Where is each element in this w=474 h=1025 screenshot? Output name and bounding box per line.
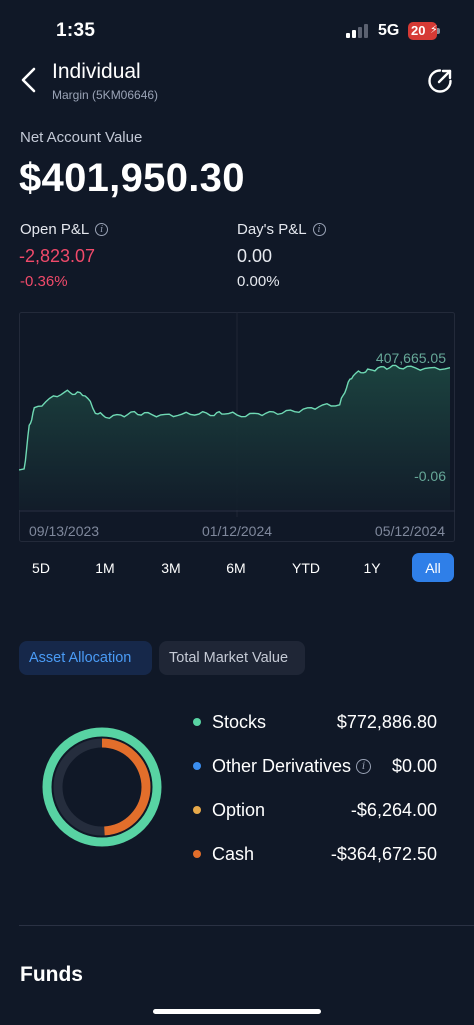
- signal-icon: [346, 24, 368, 38]
- range-button-3m[interactable]: 3M: [149, 553, 193, 582]
- max-value-annotation: 407,665.05: [376, 350, 446, 366]
- info-icon[interactable]: i: [356, 758, 372, 774]
- range-button-ytd[interactable]: YTD: [280, 553, 332, 582]
- range-button-5d[interactable]: 5D: [19, 553, 63, 582]
- legend-label: Other Derivatives: [212, 755, 352, 776]
- open-pl-value: -2,823.07: [19, 246, 96, 266]
- days-pl-label: Day's P&L i: [237, 221, 326, 238]
- tab-asset-allocation[interactable]: Asset Allocation: [19, 641, 152, 675]
- page-title: Individual: [52, 60, 141, 83]
- charging-icon: ⚡: [430, 24, 438, 36]
- x-tick-label: 09/13/2023: [29, 523, 99, 539]
- legend-row-option: Option -$6,264.00: [193, 798, 437, 822]
- legend-color-dot: [193, 806, 201, 814]
- x-tick-label: 01/12/2024: [202, 523, 272, 539]
- legend-value: $0.00: [391, 755, 437, 776]
- allocation-donut-chart: [42, 727, 162, 847]
- range-button-all[interactable]: All: [412, 553, 454, 582]
- home-indicator: [153, 1009, 321, 1014]
- account-value-chart[interactable]: 407,665.05 -0.06 09/13/2023 01/12/2024 0…: [18, 312, 455, 542]
- donut-stocks-ring: [42, 727, 162, 847]
- divider: [19, 925, 474, 926]
- info-icon[interactable]: i: [95, 223, 109, 236]
- battery-icon: 20 ⚡: [408, 22, 440, 40]
- tab-total-market-value[interactable]: Total Market Value: [159, 641, 305, 675]
- back-button[interactable]: [14, 62, 44, 98]
- legend-value: -$364,672.50: [330, 843, 437, 864]
- range-button-1y[interactable]: 1Y: [350, 553, 394, 582]
- info-icon[interactable]: i: [312, 223, 326, 236]
- open-pl-label-text: Open P&L: [20, 221, 90, 238]
- range-button-1m[interactable]: 1M: [83, 553, 127, 582]
- legend-color-dot: [193, 850, 201, 858]
- legend-color-dot: [193, 718, 201, 726]
- legend-label: Cash: [212, 843, 255, 864]
- legend-value: -$6,264.00: [350, 799, 437, 820]
- chart-svg: 407,665.05 -0.06 09/13/2023 01/12/2024 0…: [18, 312, 455, 542]
- account-subtitle: Margin (5KM06646): [52, 88, 159, 102]
- funds-heading: Funds: [20, 963, 83, 986]
- chart-area: [19, 365, 450, 510]
- days-pl-label-text: Day's P&L: [237, 221, 307, 238]
- x-tick-label: 05/12/2024: [375, 523, 445, 539]
- legend-label: Stocks: [212, 711, 267, 732]
- legend-row-cash: Cash -$364,672.50: [193, 842, 437, 866]
- net-account-value: $401,950.30: [19, 156, 245, 200]
- open-pl-percent: -0.36%: [20, 273, 68, 290]
- min-value-annotation: -0.06: [414, 468, 446, 484]
- legend-label: Option: [212, 799, 266, 820]
- legend-color-dot: [193, 762, 201, 770]
- network-label: 5G: [378, 22, 400, 39]
- open-pl-label: Open P&L i: [20, 221, 109, 238]
- range-button-6m[interactable]: 6M: [214, 553, 258, 582]
- legend-row-stocks: Stocks $772,886.80: [193, 710, 437, 734]
- legend-value: $772,886.80: [336, 711, 437, 732]
- net-account-value-label: Net Account Value: [20, 129, 143, 146]
- days-pl-percent: 0.00%: [237, 273, 280, 290]
- legend-row-other-derivatives: Other Derivatives i $0.00: [193, 754, 437, 778]
- share-icon[interactable]: [426, 67, 454, 95]
- status-time: 1:35: [56, 20, 96, 41]
- days-pl-value: 0.00: [237, 246, 273, 266]
- battery-level: 20: [411, 23, 426, 38]
